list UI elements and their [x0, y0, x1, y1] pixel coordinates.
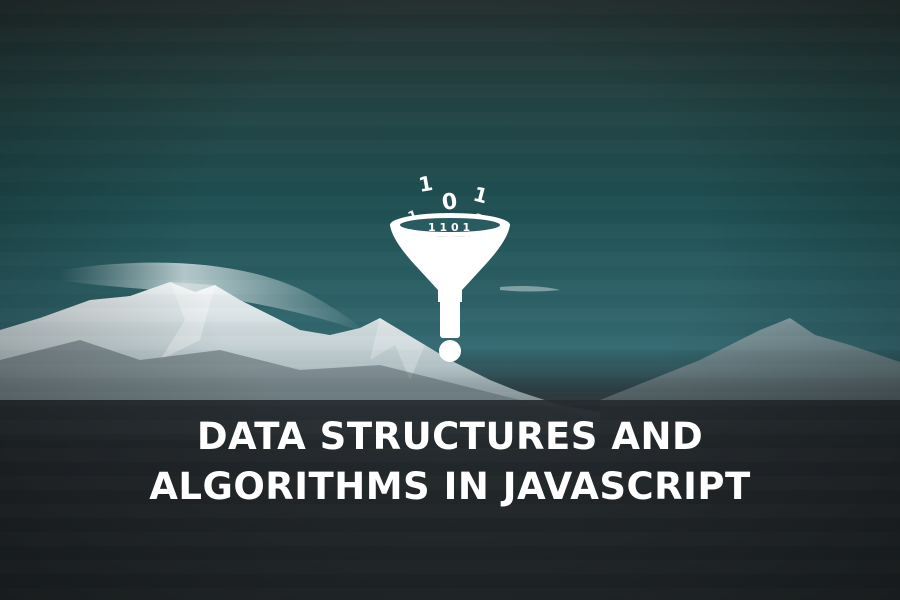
binary-digit: 1 — [417, 171, 435, 197]
binary-digit: 0 — [440, 189, 459, 216]
title-line-1: DATA STRUCTURES AND — [196, 415, 704, 458]
funnel-binary-icon: 1 0 1 1 1 1 1 0 1 — [390, 171, 510, 362]
cover-canvas: 1 0 1 1 1 1 1 0 1 DATA STRUCTURES AND AL… — [0, 0, 900, 600]
page-title: DATA STRUCTURES AND ALGORITHMS IN JAVASC… — [0, 412, 900, 512]
binary-digit: 1 — [471, 182, 491, 209]
title-line-2: ALGORITHMS IN JAVASCRIPT — [149, 465, 751, 508]
funnel-drop — [439, 340, 461, 362]
funnel-spout — [440, 298, 460, 338]
svg-text:1 1 0 1: 1 1 0 1 — [428, 221, 470, 234]
